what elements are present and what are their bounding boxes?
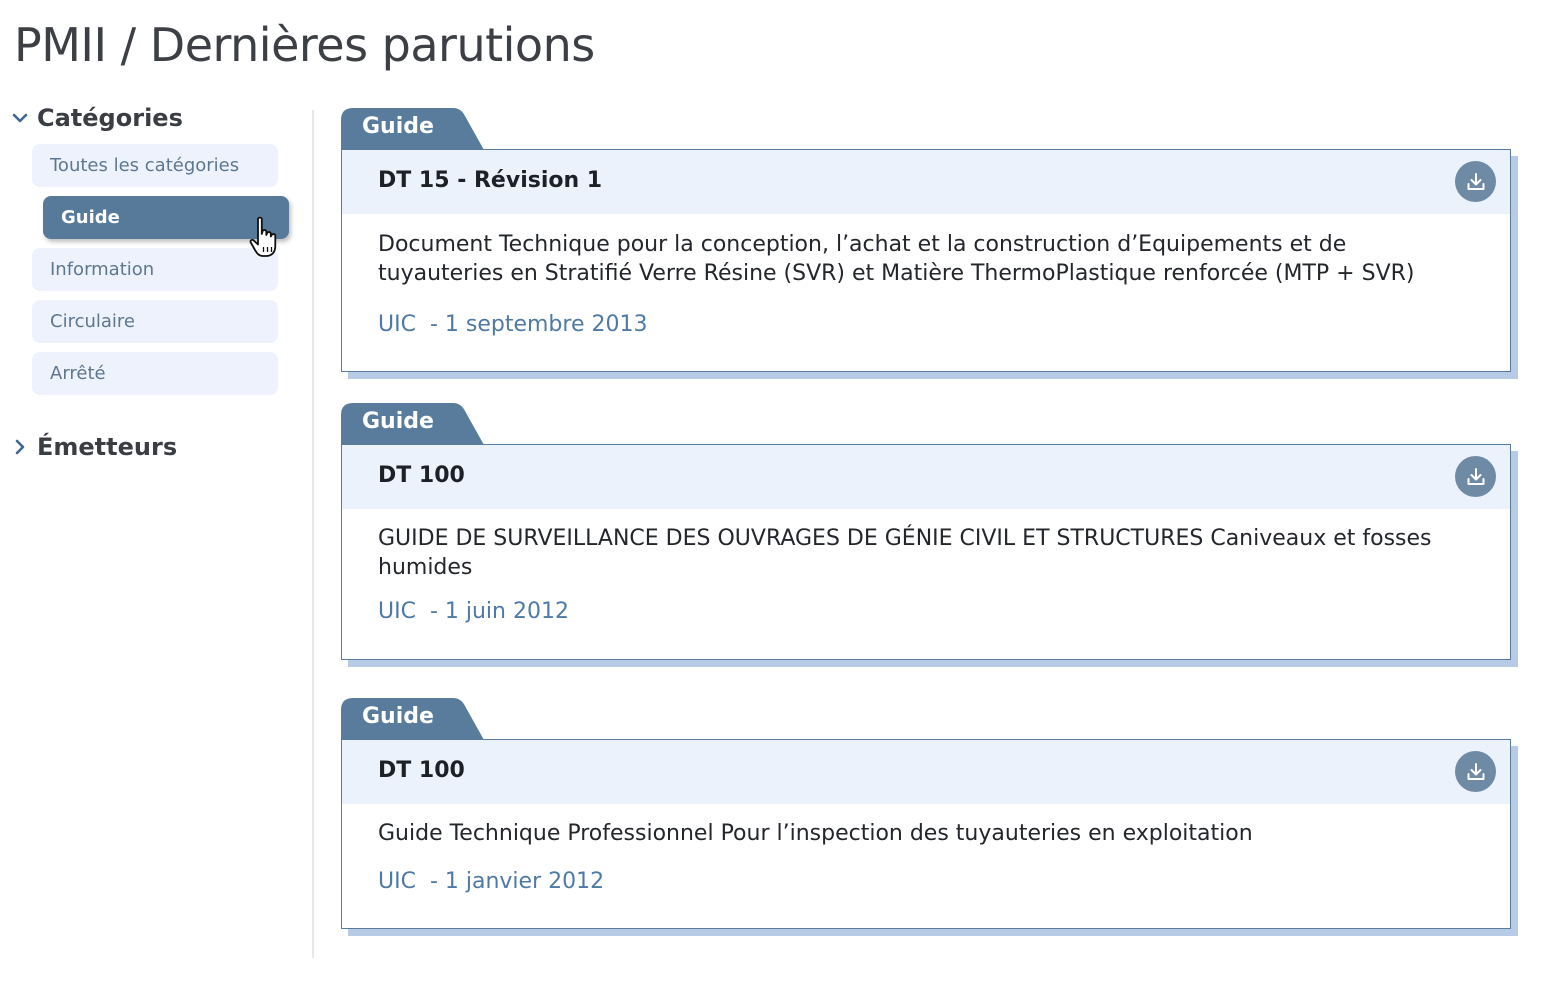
category-item-arrete[interactable]: Arrêté [32,352,278,395]
download-icon [1467,172,1484,190]
category-item-guide[interactable]: Guide [43,196,289,239]
category-item-all[interactable]: Toutes les catégories [32,144,278,187]
publication-meta: UIC - 1 juin 2012 [378,599,569,624]
publication-description: Guide Technique Professionnel Pour l’ins… [378,821,1253,846]
sidebar-divider [312,110,314,958]
card-header: DT 100 [342,445,1510,509]
categories-heading: Catégories [37,104,183,132]
download-icon [1467,467,1484,485]
download-icon [1467,762,1484,780]
categories-toggle[interactable]: Catégories [12,100,183,136]
category-tab-label: Guide [362,114,434,139]
card-header: DT 15 - Révision 1 [342,150,1510,214]
download-button[interactable] [1455,456,1496,497]
category-item-information[interactable]: Information [32,248,278,291]
publication-title[interactable]: DT 15 - Révision 1 [378,168,602,193]
category-tab: Guide [341,403,486,445]
publication-meta: UIC - 1 janvier 2012 [378,869,605,894]
category-tab: Guide [341,108,486,150]
publication-card-body: DT 100 Guide Technique Professionnel Pou… [341,739,1511,929]
publication-title[interactable]: DT 100 [378,463,465,488]
publication-card-body: DT 15 - Révision 1 Document Technique po… [341,149,1511,372]
category-tab-label: Guide [362,409,434,434]
publication-meta: UIC - 1 septembre 2013 [378,312,648,337]
chevron-down-icon [12,110,28,126]
publication-card-body: DT 100 GUIDE DE SURVEILLANCE DES OUVRAGE… [341,444,1511,660]
category-tab-label: Guide [362,704,434,729]
card-header: DT 100 [342,740,1510,804]
download-button[interactable] [1455,751,1496,792]
download-button[interactable] [1455,161,1496,202]
emitters-heading: Émetteurs [37,433,178,461]
publication-title[interactable]: DT 100 [378,758,465,783]
chevron-right-icon [12,439,28,455]
page-title: PMII / Dernières parutions [14,18,595,72]
emitters-toggle[interactable]: Émetteurs [12,429,177,465]
publication-description: Document Technique pour la conception, l… [378,232,1415,286]
publication-description: GUIDE DE SURVEILLANCE DES OUVRAGES DE GÉ… [378,526,1432,580]
category-tab: Guide [341,698,486,740]
category-item-circulaire[interactable]: Circulaire [32,300,278,343]
